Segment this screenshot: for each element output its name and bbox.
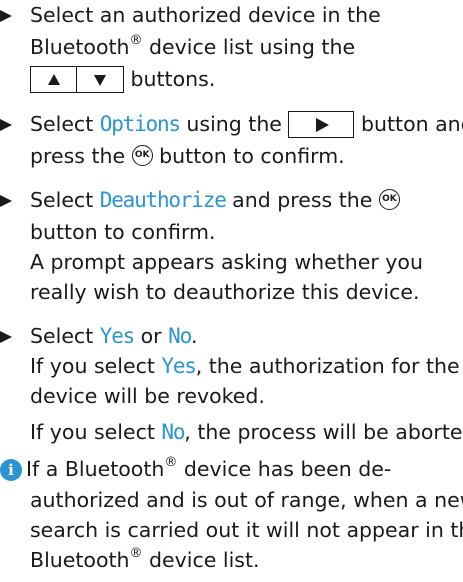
up-down-keys <box>30 65 124 93</box>
right-key <box>288 110 355 138</box>
yes-keyword: Yes <box>99 324 136 348</box>
step2-line2: press the OK button to confirm. <box>30 144 345 168</box>
note-line2: authorized and is out of range, when a n… <box>30 488 463 512</box>
step2-line1: Select Options using the button and <box>30 110 463 139</box>
arrow-up-icon <box>30 66 77 93</box>
step3-line4: really wish to deauthorize this device. <box>30 280 420 304</box>
step4-line4: If you select No, the process will be ab… <box>30 420 463 444</box>
no-keyword: No <box>161 420 185 444</box>
step4-line3: device will be revoked. <box>30 384 265 408</box>
instruction-page: Select an authorized device in the Bluet… <box>0 0 463 582</box>
arrow-down-icon <box>77 66 124 93</box>
step3-line1: Select Deauthorize and press the OK <box>30 186 400 215</box>
step3-line3: A prompt appears asking whether you <box>30 250 423 274</box>
step1-line3: buttons. <box>30 65 215 94</box>
note-line3: search is carried out it will not appear… <box>30 518 463 542</box>
note-line1: If a Bluetooth® device has been de- <box>26 455 392 481</box>
step1-line2: Bluetooth® device list using the <box>30 33 356 59</box>
arrow-right-icon <box>288 111 355 138</box>
step1-line1: Select an authorized device in the <box>30 3 381 27</box>
bullet-arrow-icon <box>0 10 12 22</box>
options-keyword: Options <box>99 112 181 136</box>
ok-button-icon: OK <box>378 188 400 210</box>
step3-line2: button to confirm. <box>30 220 216 244</box>
note-line4: Bluetooth® device list. <box>30 546 260 572</box>
no-keyword: No <box>168 324 192 348</box>
bullet-arrow-icon <box>0 331 12 343</box>
yes-keyword: Yes <box>161 354 197 378</box>
step4-line1: Select Yes or No. <box>30 324 198 348</box>
bullet-arrow-icon <box>0 195 12 207</box>
deauthorize-keyword: Deauthorize <box>99 188 227 212</box>
ok-button-icon: OK <box>131 144 153 166</box>
bullet-arrow-icon <box>0 119 12 131</box>
info-icon: i <box>0 459 22 481</box>
step4-line2: If you select Yes, the authorization for… <box>30 354 460 378</box>
